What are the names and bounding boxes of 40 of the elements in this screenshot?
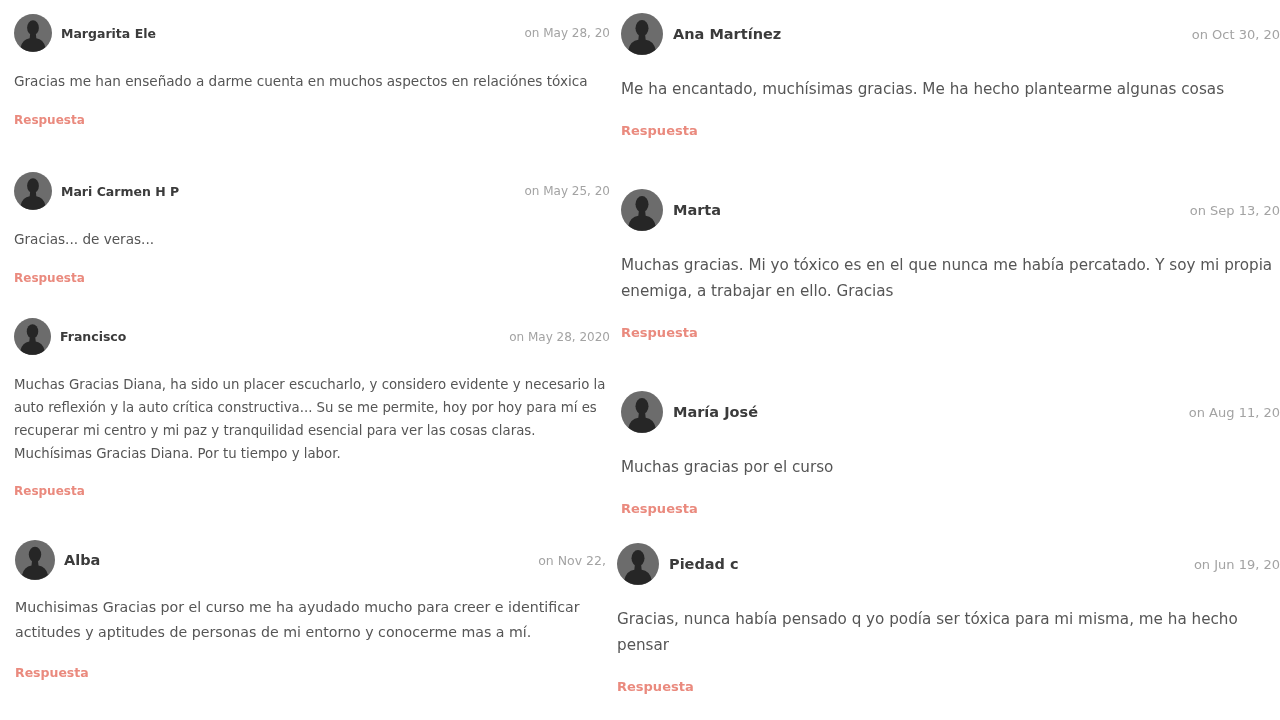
avatar-icon: [14, 14, 52, 52]
avatar-icon: [15, 540, 55, 580]
avatar-icon: [14, 172, 52, 210]
avatar-icon: [621, 391, 663, 433]
comment-text: Gracias... de veras...: [14, 230, 155, 249]
reply-link[interactable]: Respuesta: [621, 499, 698, 519]
comment-date: on Aug 11, 20: [1188, 404, 1280, 420]
comment-text: Gracias me han enseñado a darme cuenta en muchos aspectos en relaciónes tóxica: [14, 72, 588, 91]
author-name: Margarita Ele: [61, 25, 156, 41]
reply-link[interactable]: Respuesta: [14, 111, 85, 129]
comment-text: Muchas gracias por el curso: [621, 457, 834, 478]
comment-text: Muchisimas Gracias por el curso me ha ayudado mucho para creer e identificar actitudes y aptitudes de personas de mi entorno y conocerme mas a mí.: [15, 598, 581, 642]
comment-text: Gracias, nunca había pensado q yo podía ser tóxica para mi misma, me ha hecho pensar: [617, 609, 1239, 656]
comment-text: Me ha encantado, muchísimas gracias. Me ha hecho plantearme algunas cosas: [621, 79, 1225, 100]
reply-link[interactable]: Respuesta: [621, 121, 698, 141]
author-name: Alba: [64, 552, 101, 568]
reply-link[interactable]: Respuesta: [617, 677, 694, 697]
comment-text: Muchas Gracias Diana, ha sido un placer escucharlo, y considero evidente y necesario la auto reflexión y la auto crítica constructiva... Su se me permite, hoy por hoy para mí es recuperar mi centro y mi paz y tranquilidad esencial para ver las cosas claras. Muchísimas Gracias Diana. Por tu tiempo y labor.: [14, 376, 607, 463]
comment-text: Muchas gracias. Mi yo tóxico es en el que nunca me había percatado. Y soy mi propia enemiga, a trabajar en ello. Gracias: [621, 255, 1274, 302]
comment-date: on May 28, 2020: [509, 329, 610, 344]
reply-link[interactable]: Respuesta: [14, 269, 85, 287]
reply-link[interactable]: Respuesta: [621, 323, 698, 343]
author-name: Ana Martínez: [673, 26, 782, 42]
comment-date: on Nov 22,: [538, 552, 606, 568]
author-name: Piedad c: [669, 556, 739, 572]
author-name: María José: [673, 404, 758, 420]
comment-date: on Sep 13, 20: [1189, 202, 1280, 218]
avatar-icon: [617, 543, 659, 585]
comment-date: on Oct 30, 20: [1191, 26, 1280, 42]
avatar-icon: [621, 189, 663, 231]
author-name: Marta: [673, 202, 722, 218]
avatar-icon: [621, 13, 663, 55]
author-name: Francisco: [60, 329, 127, 344]
comment-date: on May 28, 20: [524, 26, 610, 40]
reply-link[interactable]: Respuesta: [14, 482, 85, 500]
reply-link[interactable]: Respuesta: [15, 664, 89, 682]
avatar-icon: [14, 318, 51, 355]
comment-date: on May 25, 20: [524, 184, 610, 198]
author-name: Mari Carmen H P: [61, 183, 180, 199]
comment-date: on Jun 19, 20: [1193, 556, 1280, 572]
